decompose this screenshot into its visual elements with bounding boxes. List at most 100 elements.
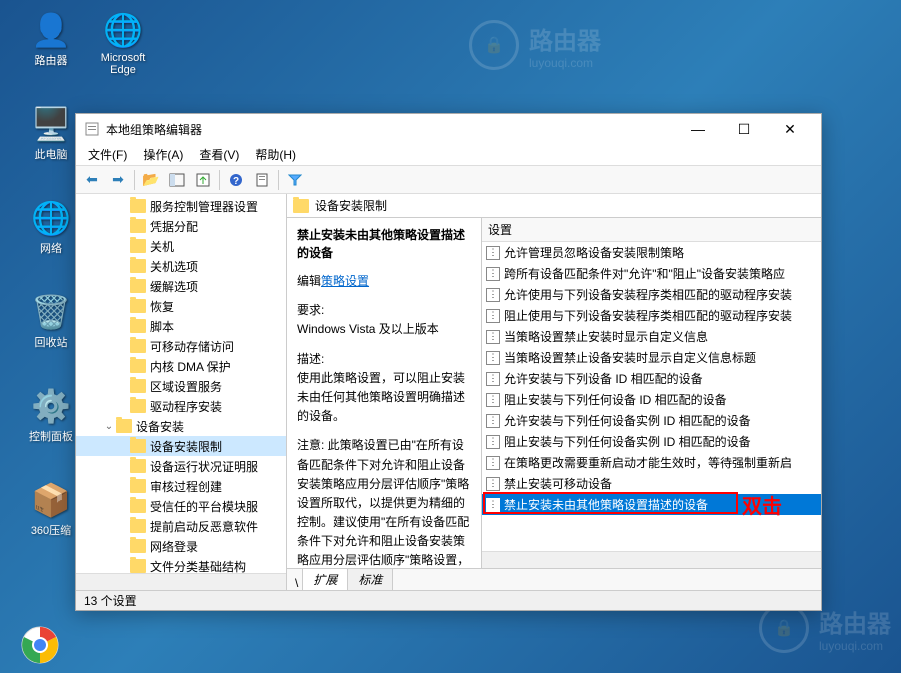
show-hide-tree-button[interactable]	[165, 168, 189, 192]
tree-scrollbar[interactable]	[76, 573, 286, 590]
properties-button[interactable]	[250, 168, 274, 192]
tree-item[interactable]: 受信任的平台模块服	[76, 496, 286, 516]
window-title: 本地组策略编辑器	[106, 121, 675, 138]
tree-item[interactable]: ⌄设备安装	[76, 416, 286, 436]
tree-item[interactable]: 网络登录	[76, 536, 286, 556]
filter-button[interactable]	[283, 168, 307, 192]
tree-item[interactable]: 内核 DMA 保护	[76, 356, 286, 376]
desktop-icon[interactable]: 🌐网络	[20, 198, 82, 256]
forward-button[interactable]: ➡	[106, 168, 130, 192]
tree-item[interactable]: 关机选项	[76, 256, 286, 276]
folder-icon	[130, 379, 146, 393]
setting-item[interactable]: ⋮跨所有设备匹配条件对"允许"和"阻止"设备安装策略应	[482, 263, 821, 284]
settings-header[interactable]: 设置	[482, 218, 821, 242]
policy-icon: ⋮	[486, 246, 500, 260]
settings-list[interactable]: ⋮允许管理员忽略设备安装限制策略⋮跨所有设备匹配条件对"允许"和"阻止"设备安装…	[482, 242, 821, 551]
minimize-button[interactable]: —	[675, 114, 721, 144]
maximize-button[interactable]: ☐	[721, 114, 767, 144]
tree-item[interactable]: 驱动程序安装	[76, 396, 286, 416]
tree-item-label: 受信任的平台模块服	[150, 498, 286, 515]
menu-item[interactable]: 操作(A)	[135, 144, 191, 165]
tab[interactable]: 标准	[347, 568, 393, 590]
desktop-icon[interactable]: 📦360压缩	[20, 480, 82, 538]
folder-icon	[130, 539, 146, 553]
desktop-icon[interactable]: 🌐Microsoft Edge	[92, 10, 154, 76]
policy-icon: ⋮	[486, 330, 500, 344]
desktop-icon[interactable]: 🗑️回收站	[20, 292, 82, 350]
menu-item[interactable]: 查看(V)	[191, 144, 247, 165]
tree-item[interactable]: 凭据分配	[76, 216, 286, 236]
setting-label: 阻止安装与下列任何设备 ID 相匹配的设备	[504, 391, 727, 408]
export-button[interactable]	[191, 168, 215, 192]
setting-item[interactable]: ⋮阻止安装与下列任何设备实例 ID 相匹配的设备	[482, 431, 821, 452]
setting-item[interactable]: ⋮允许使用与下列设备安装程序类相匹配的驱动程序安装	[482, 284, 821, 305]
tree-item[interactable]: 恢复	[76, 296, 286, 316]
tree-expand-icon[interactable]: ⌄	[102, 421, 116, 432]
tree-body[interactable]: 服务控制管理器设置凭据分配关机关机选项缓解选项恢复脚本可移动存储访问内核 DMA…	[76, 194, 286, 573]
folder-icon	[130, 439, 146, 453]
help-button[interactable]: ?	[224, 168, 248, 192]
edit-policy-link[interactable]: 策略设置	[321, 274, 369, 288]
desktop-icon[interactable]: ⚙️控制面板	[20, 386, 82, 444]
setting-item[interactable]: ⋮禁止安装未由其他策略设置描述的设备	[482, 494, 821, 515]
policy-icon: ⋮	[486, 351, 500, 365]
policy-icon: ⋮	[486, 372, 500, 386]
menu-item[interactable]: 帮助(H)	[247, 144, 304, 165]
tree-item[interactable]: 审核过程创建	[76, 476, 286, 496]
up-button[interactable]: 📂	[139, 168, 163, 192]
tree-item[interactable]: 提前启动反恶意软件	[76, 516, 286, 536]
desktop-icon-label: 回收站	[35, 334, 68, 350]
folder-icon	[293, 199, 309, 213]
policy-icon: ⋮	[486, 435, 500, 449]
folder-icon	[130, 399, 146, 413]
desktop-icon-label: 此电脑	[35, 146, 68, 162]
setting-item[interactable]: ⋮允许管理员忽略设备安装限制策略	[482, 242, 821, 263]
tree-item[interactable]: 缓解选项	[76, 276, 286, 296]
desktop-icon-image: ⚙️	[31, 386, 71, 426]
tab[interactable]: 扩展	[302, 568, 348, 590]
setting-item[interactable]: ⋮允许安装与下列任何设备实例 ID 相匹配的设备	[482, 410, 821, 431]
requirements-value: Windows Vista 及以上版本	[297, 320, 471, 339]
tree-item[interactable]: 关机	[76, 236, 286, 256]
desktop-icon[interactable]: 👤路由器	[20, 10, 82, 68]
folder-icon	[130, 259, 146, 273]
tree-item[interactable]: 文件分类基础结构	[76, 556, 286, 573]
policy-icon: ⋮	[486, 498, 500, 512]
gpedit-window: 本地组策略编辑器 — ☐ ✕ 文件(F)操作(A)查看(V)帮助(H) ⬅ ➡ …	[75, 113, 822, 611]
desktop-icon-image: 🌐	[31, 198, 71, 238]
folder-icon	[130, 559, 146, 573]
tree-item-label: 可移动存储访问	[150, 338, 286, 355]
tree-item[interactable]: 区域设置服务	[76, 376, 286, 396]
tree-item-label: 审核过程创建	[150, 478, 286, 495]
tree-item[interactable]: 服务控制管理器设置	[76, 196, 286, 216]
desktop-icon-image: 🖥️	[31, 104, 71, 144]
setting-item[interactable]: ⋮阻止使用与下列设备安装程序类相匹配的驱动程序安装	[482, 305, 821, 326]
right-panel: 设备安装限制 禁止安装未由其他策略设置描述的设备 编辑策略设置 要求: Wind…	[287, 194, 821, 590]
policy-icon: ⋮	[486, 309, 500, 323]
folder-icon	[130, 359, 146, 373]
right-header-label: 设备安装限制	[315, 197, 387, 214]
tree-item-label: 文件分类基础结构	[150, 558, 286, 574]
tree-item[interactable]: 设备安装限制	[76, 436, 286, 456]
settings-column: 设置 ⋮允许管理员忽略设备安装限制策略⋮跨所有设备匹配条件对"允许"和"阻止"设…	[482, 218, 821, 568]
tree-item[interactable]: 设备运行状况证明服	[76, 456, 286, 476]
tree-item-label: 服务控制管理器设置	[150, 198, 286, 215]
close-button[interactable]: ✕	[767, 114, 813, 144]
setting-item[interactable]: ⋮禁止安装可移动设备	[482, 473, 821, 494]
tree-item[interactable]: 脚本	[76, 316, 286, 336]
menu-item[interactable]: 文件(F)	[80, 144, 135, 165]
titlebar[interactable]: 本地组策略编辑器 — ☐ ✕	[76, 114, 821, 144]
setting-item[interactable]: ⋮允许安装与下列设备 ID 相匹配的设备	[482, 368, 821, 389]
back-button[interactable]: ⬅	[80, 168, 104, 192]
folder-icon	[130, 219, 146, 233]
setting-item[interactable]: ⋮在策略更改需要重新启动才能生效时，等待强制重新启	[482, 452, 821, 473]
setting-item[interactable]: ⋮当策略设置禁止安装时显示自定义信息	[482, 326, 821, 347]
setting-item[interactable]: ⋮阻止安装与下列任何设备 ID 相匹配的设备	[482, 389, 821, 410]
setting-item[interactable]: ⋮当策略设置禁止设备安装时显示自定义信息标题	[482, 347, 821, 368]
tree-item-label: 区域设置服务	[150, 378, 286, 395]
policy-icon: ⋮	[486, 267, 500, 281]
settings-scrollbar[interactable]	[482, 551, 821, 568]
tree-item[interactable]: 可移动存储访问	[76, 336, 286, 356]
chrome-icon[interactable]	[20, 625, 60, 665]
desktop-icon[interactable]: 🖥️ 此电脑	[20, 104, 82, 162]
